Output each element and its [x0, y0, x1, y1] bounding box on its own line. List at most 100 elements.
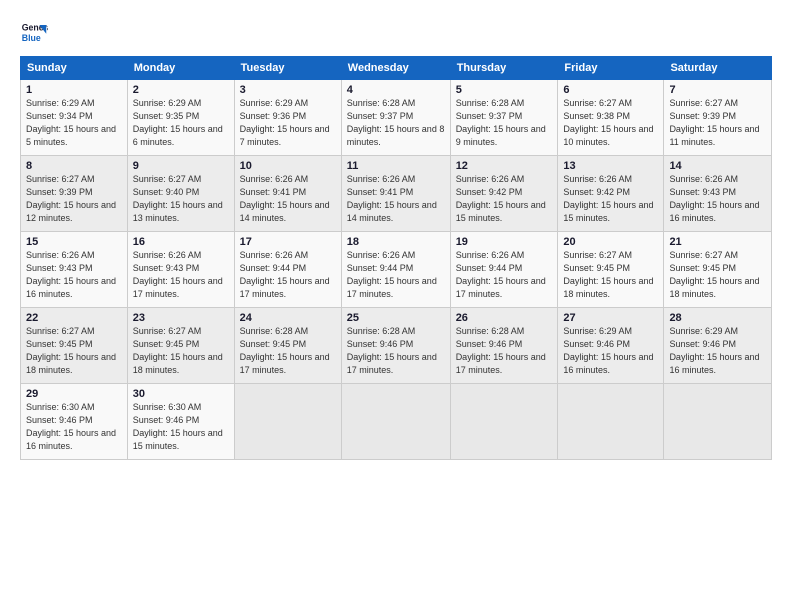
- day-info: Sunrise: 6:26 AMSunset: 9:43 PMDaylight:…: [133, 249, 229, 301]
- day-info: Sunrise: 6:27 AMSunset: 9:38 PMDaylight:…: [563, 97, 658, 149]
- day-cell: 6Sunrise: 6:27 AMSunset: 9:38 PMDaylight…: [558, 80, 664, 156]
- day-number: 23: [133, 312, 229, 324]
- day-cell: [341, 384, 450, 460]
- day-number: 27: [563, 312, 658, 324]
- day-number: 28: [669, 312, 766, 324]
- day-number: 4: [347, 84, 445, 96]
- page-header: General Blue: [20, 18, 772, 46]
- day-cell: 8Sunrise: 6:27 AMSunset: 9:39 PMDaylight…: [21, 156, 128, 232]
- day-number: 26: [456, 312, 553, 324]
- header-cell-tuesday: Tuesday: [234, 57, 341, 80]
- day-info: Sunrise: 6:27 AMSunset: 9:45 PMDaylight:…: [669, 249, 766, 301]
- day-number: 18: [347, 236, 445, 248]
- day-info: Sunrise: 6:30 AMSunset: 9:46 PMDaylight:…: [133, 401, 229, 453]
- day-info: Sunrise: 6:26 AMSunset: 9:43 PMDaylight:…: [669, 173, 766, 225]
- day-number: 10: [240, 160, 336, 172]
- day-number: 20: [563, 236, 658, 248]
- day-number: 19: [456, 236, 553, 248]
- day-cell: 20Sunrise: 6:27 AMSunset: 9:45 PMDayligh…: [558, 232, 664, 308]
- day-info: Sunrise: 6:29 AMSunset: 9:34 PMDaylight:…: [26, 97, 122, 149]
- day-info: Sunrise: 6:30 AMSunset: 9:46 PMDaylight:…: [26, 401, 122, 453]
- day-cell: 24Sunrise: 6:28 AMSunset: 9:45 PMDayligh…: [234, 308, 341, 384]
- day-cell: 19Sunrise: 6:26 AMSunset: 9:44 PMDayligh…: [450, 232, 558, 308]
- week-row-3: 15Sunrise: 6:26 AMSunset: 9:43 PMDayligh…: [21, 232, 772, 308]
- day-number: 7: [669, 84, 766, 96]
- day-cell: 5Sunrise: 6:28 AMSunset: 9:37 PMDaylight…: [450, 80, 558, 156]
- day-cell: 1Sunrise: 6:29 AMSunset: 9:34 PMDaylight…: [21, 80, 128, 156]
- week-row-5: 29Sunrise: 6:30 AMSunset: 9:46 PMDayligh…: [21, 384, 772, 460]
- header-cell-thursday: Thursday: [450, 57, 558, 80]
- header-row: SundayMondayTuesdayWednesdayThursdayFrid…: [21, 57, 772, 80]
- calendar-table: SundayMondayTuesdayWednesdayThursdayFrid…: [20, 56, 772, 460]
- day-cell: [664, 384, 772, 460]
- day-info: Sunrise: 6:26 AMSunset: 9:44 PMDaylight:…: [347, 249, 445, 301]
- day-info: Sunrise: 6:26 AMSunset: 9:41 PMDaylight:…: [347, 173, 445, 225]
- day-info: Sunrise: 6:28 AMSunset: 9:37 PMDaylight:…: [347, 97, 445, 149]
- day-cell: 25Sunrise: 6:28 AMSunset: 9:46 PMDayligh…: [341, 308, 450, 384]
- day-info: Sunrise: 6:28 AMSunset: 9:37 PMDaylight:…: [456, 97, 553, 149]
- day-cell: 23Sunrise: 6:27 AMSunset: 9:45 PMDayligh…: [127, 308, 234, 384]
- day-cell: 14Sunrise: 6:26 AMSunset: 9:43 PMDayligh…: [664, 156, 772, 232]
- day-cell: 2Sunrise: 6:29 AMSunset: 9:35 PMDaylight…: [127, 80, 234, 156]
- header-cell-saturday: Saturday: [664, 57, 772, 80]
- day-number: 6: [563, 84, 658, 96]
- day-info: Sunrise: 6:26 AMSunset: 9:43 PMDaylight:…: [26, 249, 122, 301]
- day-cell: 26Sunrise: 6:28 AMSunset: 9:46 PMDayligh…: [450, 308, 558, 384]
- day-cell: 16Sunrise: 6:26 AMSunset: 9:43 PMDayligh…: [127, 232, 234, 308]
- day-cell: 27Sunrise: 6:29 AMSunset: 9:46 PMDayligh…: [558, 308, 664, 384]
- day-info: Sunrise: 6:26 AMSunset: 9:42 PMDaylight:…: [456, 173, 553, 225]
- day-info: Sunrise: 6:26 AMSunset: 9:44 PMDaylight:…: [240, 249, 336, 301]
- day-cell: 29Sunrise: 6:30 AMSunset: 9:46 PMDayligh…: [21, 384, 128, 460]
- day-number: 13: [563, 160, 658, 172]
- day-cell: 4Sunrise: 6:28 AMSunset: 9:37 PMDaylight…: [341, 80, 450, 156]
- header-cell-friday: Friday: [558, 57, 664, 80]
- week-row-4: 22 Sunrise: 6:27 AMSunset: 9:45 PMDayligh…: [21, 308, 772, 384]
- day-number: 21: [669, 236, 766, 248]
- day-number: 25: [347, 312, 445, 324]
- day-number: 17: [240, 236, 336, 248]
- day-cell: 12Sunrise: 6:26 AMSunset: 9:42 PMDayligh…: [450, 156, 558, 232]
- day-cell: 3Sunrise: 6:29 AMSunset: 9:36 PMDaylight…: [234, 80, 341, 156]
- day-cell: 22Sunrise: 6:27 AMSunset: 9:45 PMDayligh…: [21, 308, 128, 384]
- day-info: Sunrise: 6:28 AMSunset: 9:46 PMDaylight:…: [347, 325, 445, 377]
- day-info: Sunrise: 6:26 AMSunset: 9:42 PMDaylight:…: [563, 173, 658, 225]
- day-info: Sunrise: 6:26 AMSunset: 9:44 PMDaylight:…: [456, 249, 553, 301]
- day-number: 2: [133, 84, 229, 96]
- header-cell-sunday: Sunday: [21, 57, 128, 80]
- day-cell: 13Sunrise: 6:26 AMSunset: 9:42 PMDayligh…: [558, 156, 664, 232]
- day-info: Sunrise: 6:28 AMSunset: 9:46 PMDaylight:…: [456, 325, 553, 377]
- day-number: 3: [240, 84, 336, 96]
- header-cell-wednesday: Wednesday: [341, 57, 450, 80]
- day-number: 29: [26, 388, 122, 400]
- day-number: 15: [26, 236, 122, 248]
- day-cell: 21Sunrise: 6:27 AMSunset: 9:45 PMDayligh…: [664, 232, 772, 308]
- day-cell: 9Sunrise: 6:27 AMSunset: 9:40 PMDaylight…: [127, 156, 234, 232]
- day-number: 14: [669, 160, 766, 172]
- day-cell: 18Sunrise: 6:26 AMSunset: 9:44 PMDayligh…: [341, 232, 450, 308]
- day-cell: 7Sunrise: 6:27 AMSunset: 9:39 PMDaylight…: [664, 80, 772, 156]
- day-number: 9: [133, 160, 229, 172]
- day-info: Sunrise: 6:27 AMSunset: 9:39 PMDaylight:…: [669, 97, 766, 149]
- header-cell-monday: Monday: [127, 57, 234, 80]
- day-number: 24: [240, 312, 336, 324]
- day-info: Sunrise: 6:26 AMSunset: 9:41 PMDaylight:…: [240, 173, 336, 225]
- day-number: 1: [26, 84, 122, 96]
- day-number: 11: [347, 160, 445, 172]
- day-info: Sunrise: 6:29 AMSunset: 9:46 PMDaylight:…: [669, 325, 766, 377]
- day-number: 22: [26, 312, 122, 324]
- day-cell: [234, 384, 341, 460]
- day-info: Sunrise: 6:27 AMSunset: 9:45 PMDaylight:…: [133, 325, 229, 377]
- day-info: Sunrise: 6:27 AMSunset: 9:45 PMDaylight:…: [563, 249, 658, 301]
- day-cell: 10Sunrise: 6:26 AMSunset: 9:41 PMDayligh…: [234, 156, 341, 232]
- logo: General Blue: [20, 18, 48, 46]
- day-number: 5: [456, 84, 553, 96]
- day-cell: 30Sunrise: 6:30 AMSunset: 9:46 PMDayligh…: [127, 384, 234, 460]
- day-cell: [450, 384, 558, 460]
- day-info: Sunrise: 6:29 AMSunset: 9:46 PMDaylight:…: [563, 325, 658, 377]
- day-number: 30: [133, 388, 229, 400]
- day-number: 8: [26, 160, 122, 172]
- day-cell: 17Sunrise: 6:26 AMSunset: 9:44 PMDayligh…: [234, 232, 341, 308]
- day-info: Sunrise: 6:27 AMSunset: 9:39 PMDaylight:…: [26, 173, 122, 225]
- svg-text:Blue: Blue: [22, 33, 41, 43]
- day-cell: 28Sunrise: 6:29 AMSunset: 9:46 PMDayligh…: [664, 308, 772, 384]
